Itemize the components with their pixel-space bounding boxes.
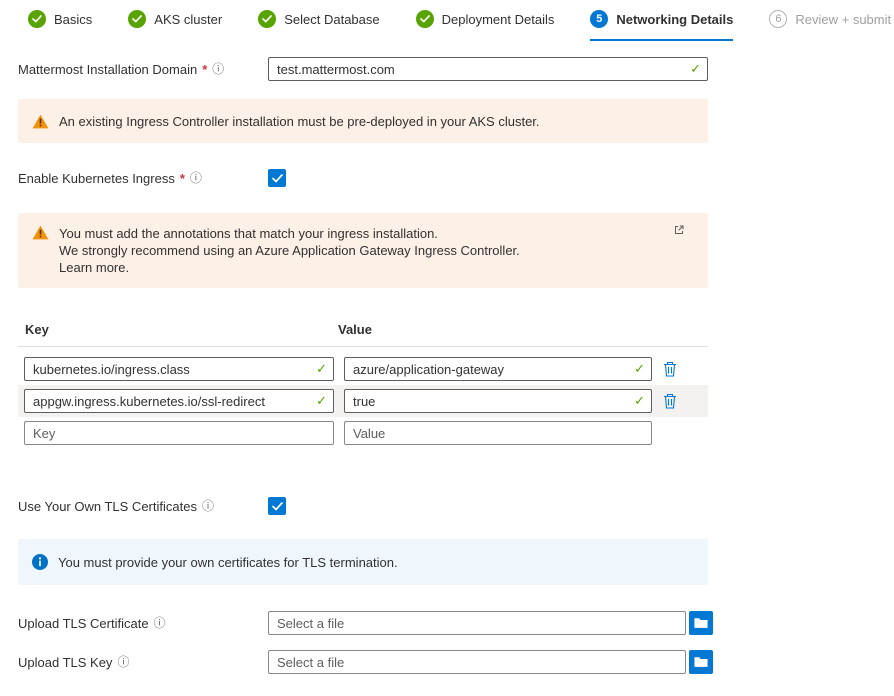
annotation-key-input[interactable] (24, 389, 334, 413)
file-input-wrap (268, 611, 686, 635)
annotations-warning-banner: You must add the annotations that match … (18, 213, 708, 288)
upload-key-row: Upload TLS Key ⓘ (18, 650, 726, 674)
enable-ingress-row: Enable Kubernetes Ingress * ⓘ (18, 169, 726, 187)
key-input-wrap: ✓ (24, 389, 334, 413)
info-icon[interactable]: ⓘ (190, 172, 202, 184)
upload-key-control (268, 650, 713, 674)
tab-basics[interactable]: Basics (28, 10, 92, 41)
label-text: Upload TLS Certificate (18, 616, 149, 631)
annotation-key-input[interactable] (24, 357, 334, 381)
delete-row-button[interactable] (661, 391, 679, 411)
warning-line: You must add the annotations that match … (59, 225, 520, 242)
label-text: Upload TLS Key (18, 655, 112, 670)
delete-row-button[interactable] (661, 359, 679, 379)
key-column-header: Key (25, 322, 338, 337)
label-text: Mattermost Installation Domain (18, 62, 197, 77)
step-complete-icon (128, 10, 146, 28)
file-input-wrap (268, 650, 686, 674)
annotation-key-input[interactable] (24, 421, 334, 445)
tab-label: Deployment Details (442, 12, 555, 27)
step-complete-icon (28, 10, 46, 28)
tab-label: Networking Details (616, 12, 733, 27)
enable-ingress-label: Enable Kubernetes Ingress * ⓘ (18, 171, 268, 186)
external-link-icon[interactable] (674, 223, 684, 238)
warning-text-block: You must add the annotations that match … (59, 225, 520, 276)
tab-deployment-details[interactable]: Deployment Details (416, 10, 555, 41)
tab-networking-details[interactable]: 5 Networking Details (590, 10, 733, 41)
upload-key-input[interactable] (268, 650, 686, 674)
upload-cert-row: Upload TLS Certificate ⓘ (18, 611, 726, 635)
ingress-warning-banner: An existing Ingress Controller installat… (18, 99, 708, 143)
annotation-value-input[interactable] (344, 357, 652, 381)
key-input-wrap (24, 421, 334, 445)
annotation-value-input[interactable] (344, 421, 652, 445)
value-input-wrap (344, 421, 652, 445)
annotation-row: ✓ ✓ (18, 385, 708, 417)
step-complete-icon (258, 10, 276, 28)
label-text: Use Your Own TLS Certificates (18, 499, 197, 514)
upload-cert-control (268, 611, 713, 635)
tab-aks-cluster[interactable]: AKS cluster (128, 10, 222, 41)
browse-file-button[interactable] (689, 650, 713, 674)
annotation-row-empty (18, 417, 708, 449)
learn-more-link[interactable]: Learn more. (59, 259, 520, 276)
enable-ingress-checkbox[interactable] (268, 169, 286, 187)
step-number-icon: 6 (769, 10, 787, 28)
warning-icon (32, 114, 49, 129)
warning-text: An existing Ingress Controller installat… (59, 113, 540, 130)
step-number-icon: 5 (590, 10, 608, 28)
annotations-table-header: Key Value (18, 316, 708, 347)
wizard-steps: Basics AKS cluster Select Database Deplo… (0, 0, 894, 41)
info-icon[interactable]: ⓘ (154, 617, 166, 629)
info-icon[interactable]: ⓘ (202, 500, 214, 512)
info-banner-icon (32, 554, 48, 570)
annotation-row: ✓ ✓ (18, 353, 708, 385)
tls-info-banner: You must provide your own certificates f… (18, 539, 708, 585)
domain-field-label: Mattermost Installation Domain * ⓘ (18, 62, 268, 77)
warning-line: We strongly recommend using an Azure App… (59, 242, 520, 259)
domain-input[interactable] (268, 57, 708, 81)
tls-certificates-row: Use Your Own TLS Certificates ⓘ (18, 497, 726, 515)
value-input-wrap: ✓ (344, 357, 652, 381)
required-asterisk: * (202, 62, 207, 77)
key-input-wrap: ✓ (24, 357, 334, 381)
warning-icon (32, 225, 49, 240)
tab-label: Review + submit (795, 12, 891, 27)
upload-key-label: Upload TLS Key ⓘ (18, 655, 268, 670)
annotations-table: Key Value ✓ ✓ ✓ ✓ (18, 316, 708, 449)
upload-cert-input[interactable] (268, 611, 686, 635)
tab-label: AKS cluster (154, 12, 222, 27)
domain-input-wrap: ✓ (268, 57, 708, 81)
tab-select-database[interactable]: Select Database (258, 10, 379, 41)
browse-file-button[interactable] (689, 611, 713, 635)
required-asterisk: * (180, 171, 185, 186)
tab-review-submit[interactable]: 6 Review + submit (769, 10, 891, 41)
value-column-header: Value (338, 322, 646, 337)
tls-certificates-checkbox[interactable] (268, 497, 286, 515)
label-text: Enable Kubernetes Ingress (18, 171, 175, 186)
tls-certificates-label: Use Your Own TLS Certificates ⓘ (18, 499, 268, 514)
tab-label: Basics (54, 12, 92, 27)
domain-field-row: Mattermost Installation Domain * ⓘ ✓ (18, 57, 726, 81)
upload-cert-label: Upload TLS Certificate ⓘ (18, 616, 268, 631)
tab-label: Select Database (284, 12, 379, 27)
info-icon[interactable]: ⓘ (212, 63, 224, 75)
annotation-value-input[interactable] (344, 389, 652, 413)
step-complete-icon (416, 10, 434, 28)
info-icon[interactable]: ⓘ (117, 656, 129, 668)
value-input-wrap: ✓ (344, 389, 652, 413)
info-text: You must provide your own certificates f… (58, 554, 398, 571)
